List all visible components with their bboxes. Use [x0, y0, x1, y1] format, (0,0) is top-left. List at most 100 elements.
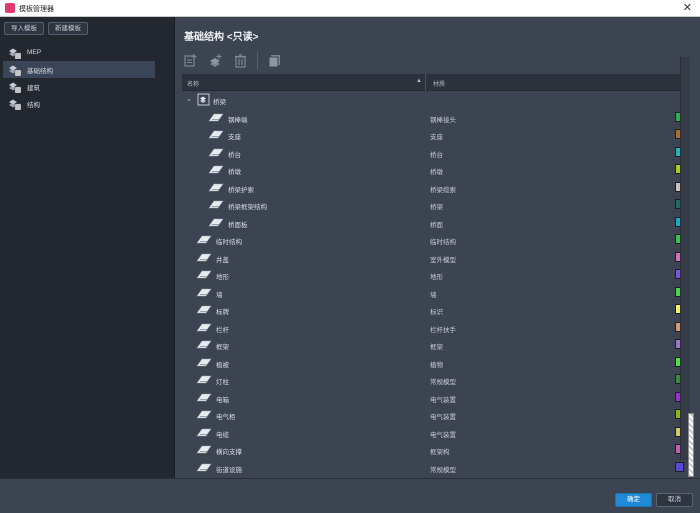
- element-layer-icon: [208, 218, 224, 227]
- close-icon[interactable]: ✕: [683, 1, 692, 15]
- element-layer-icon: [196, 323, 212, 332]
- table-row[interactable]: 井盖 室外模型: [182, 249, 684, 267]
- toolbar: [182, 51, 291, 69]
- element-layer-icon: [196, 235, 212, 244]
- sidebar-item[interactable]: 结构: [3, 95, 155, 112]
- chevron-down-icon[interactable]: ⌄: [186, 95, 192, 103]
- element-layer-icon: [196, 270, 212, 279]
- row-name: 框架: [216, 344, 229, 351]
- add-template-icon[interactable]: [182, 52, 198, 68]
- row-name: 桥梁护索: [228, 186, 254, 194]
- element-layer-icon: [196, 358, 212, 367]
- column-material-header[interactable]: 材质: [433, 79, 445, 88]
- element-layer-icon: [196, 288, 212, 297]
- row-name: 墙: [216, 291, 223, 299]
- row-name: 临时结构: [216, 239, 242, 246]
- row-material: 钢棒接头: [430, 116, 456, 124]
- table-row[interactable]: 支座 支座: [182, 126, 684, 144]
- table-row[interactable]: 钢棒端 钢棒接头: [182, 109, 684, 127]
- table-row[interactable]: 电气柜 电气装置: [182, 406, 684, 424]
- row-name: 灯柱: [216, 379, 229, 386]
- column-name-header[interactable]: 名称: [187, 79, 199, 88]
- row-name: 地形: [216, 274, 229, 281]
- table-row[interactable]: 桥梁护索 桥梁缆索: [182, 179, 684, 197]
- table-row[interactable]: 灯柱 常规模型: [182, 371, 684, 389]
- table-row[interactable]: 栏杆 栏杆扶手: [182, 319, 684, 337]
- table-row[interactable]: 植被 植物: [182, 354, 684, 372]
- table-row[interactable]: 街道设施 常规模型: [182, 459, 684, 477]
- row-material: 桥梁缆索: [430, 186, 456, 194]
- row-material: 电气装置: [430, 396, 456, 404]
- element-layer-icon: [196, 340, 212, 349]
- template-sidebar: 导入模板 新建模板 MEP 基础结构建筑结构: [0, 17, 175, 478]
- add-sub-icon[interactable]: [207, 52, 223, 68]
- row-name: 桥梁: [213, 99, 226, 106]
- new-template-button[interactable]: 新建模板: [48, 22, 88, 35]
- table-row[interactable]: 电箱 电气装置: [182, 389, 684, 407]
- table-header: 名称 ▲ 材质: [182, 74, 680, 91]
- copy-icon[interactable]: [266, 52, 282, 68]
- row-name: 桥面板: [228, 221, 248, 229]
- color-swatch[interactable]: [675, 461, 684, 472]
- row-name: 电缆: [216, 431, 229, 439]
- table-row[interactable]: 桥墩 桥墩: [182, 161, 684, 179]
- sort-arrow-icon[interactable]: ▲: [416, 78, 422, 84]
- table-row[interactable]: 电缆 电气装置: [182, 424, 684, 442]
- table-row[interactable]: 标牌 标识: [182, 301, 684, 319]
- row-material: 桥面: [430, 221, 443, 229]
- row-material: 栏杆扶手: [430, 326, 456, 334]
- table-row[interactable]: 桥梁框架结构 桥架: [182, 196, 684, 214]
- template-editor: 基础结构 <只读> 名称 ▲ 材质 ⌄ 桥梁 钢棒端 钢棒接头 支座 支座 桥台 桥台 桥墩 桥墩…: [175, 17, 700, 478]
- row-name: 标牌: [216, 309, 229, 316]
- row-material: 植物: [430, 361, 443, 369]
- sidebar-item-label: MEP: [27, 49, 42, 56]
- sidebar-item-label: 结构: [27, 101, 40, 109]
- app-icon: [5, 3, 15, 13]
- row-material: 框架构: [430, 449, 450, 456]
- table-row[interactable]: 临时结构 临时结构: [182, 231, 684, 249]
- row-name: 植被: [216, 361, 229, 369]
- table-body: ⌄ 桥梁 钢棒端 钢棒接头 支座 支座 桥台 桥台 桥墩 桥墩 桥梁护索 桥梁缆索 桥梁框架结构 桥架 桥面…: [182, 91, 684, 477]
- cancel-button[interactable]: 取消: [656, 493, 693, 507]
- element-layer-icon: [208, 130, 224, 139]
- sidebar-item[interactable]: 建筑: [3, 78, 155, 95]
- table-row[interactable]: 框架 框架: [182, 336, 684, 354]
- row-name: 支座: [228, 134, 241, 141]
- table-row[interactable]: 桥台 桥台: [182, 144, 684, 162]
- row-material: 临时结构: [430, 239, 456, 246]
- row-material: 桥台: [430, 151, 443, 159]
- element-table: 名称 ▲ 材质 ⌄ 桥梁 钢棒端 钢棒接头 支座 支座 桥台 桥台 桥墩 桥墩 桥梁护索 桥梁缆索 桥梁…: [182, 74, 691, 477]
- element-layer-icon: [208, 113, 224, 122]
- row-material: 常规模型: [430, 466, 456, 474]
- sidebar-item-label: 基础结构: [27, 67, 53, 75]
- table-row[interactable]: 墙墙: [182, 284, 684, 302]
- element-layer-icon: [208, 183, 224, 192]
- row-material: 常规模型: [430, 379, 456, 386]
- sidebar-item-label: 建筑: [27, 84, 40, 92]
- import-template-button[interactable]: 导入模板: [4, 22, 44, 35]
- row-material: 标识: [430, 309, 443, 316]
- table-row[interactable]: ⌄ 桥梁: [182, 91, 680, 109]
- table-row[interactable]: 横向支撑 框架构: [182, 441, 684, 459]
- table-row[interactable]: 地形 地形: [182, 266, 684, 284]
- table-scrollbar[interactable]: [680, 57, 690, 460]
- element-layer-icon: [196, 375, 212, 384]
- row-material: 框架: [430, 344, 443, 351]
- template-icon: [8, 80, 22, 94]
- template-icon: [8, 46, 22, 60]
- row-material: 室外模型: [430, 256, 456, 264]
- ok-button[interactable]: 确定: [615, 493, 652, 507]
- sidebar-item[interactable]: MEP: [3, 44, 155, 61]
- template-list: MEP 基础结构建筑结构: [3, 44, 155, 112]
- row-name: 横向支撑: [216, 449, 242, 456]
- column-divider[interactable]: [425, 74, 426, 91]
- sidebar-item[interactable]: 基础结构: [3, 61, 155, 78]
- category-group-icon: [197, 93, 210, 106]
- scrollbar-thumb[interactable]: [688, 413, 694, 477]
- row-name: 桥梁框架结构: [228, 204, 267, 211]
- element-layer-icon: [196, 428, 212, 437]
- element-layer-icon: [196, 445, 212, 454]
- row-name: 电箱: [216, 396, 229, 404]
- delete-icon[interactable]: [232, 52, 248, 68]
- table-row[interactable]: 桥面板 桥面: [182, 214, 684, 232]
